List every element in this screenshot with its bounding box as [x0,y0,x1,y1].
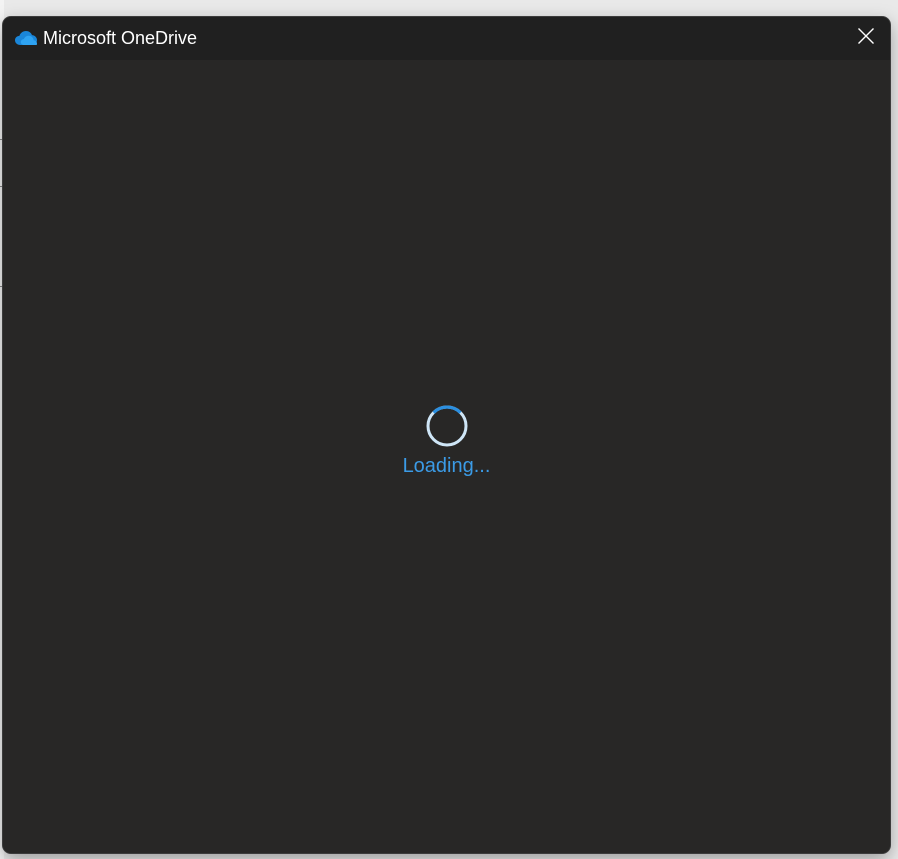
loading-status-text: Loading... [402,455,491,477]
content-area: Loading... [3,60,890,853]
window-title: Microsoft OneDrive [43,28,198,48]
onedrive-cloud-icon [14,29,38,47]
close-icon [857,27,875,50]
title-bar[interactable]: Microsoft OneDrive [3,17,890,60]
loading-spinner-icon [425,404,469,448]
close-button[interactable] [842,17,890,60]
onedrive-dialog-window: Microsoft OneDrive Loading... [3,17,890,853]
